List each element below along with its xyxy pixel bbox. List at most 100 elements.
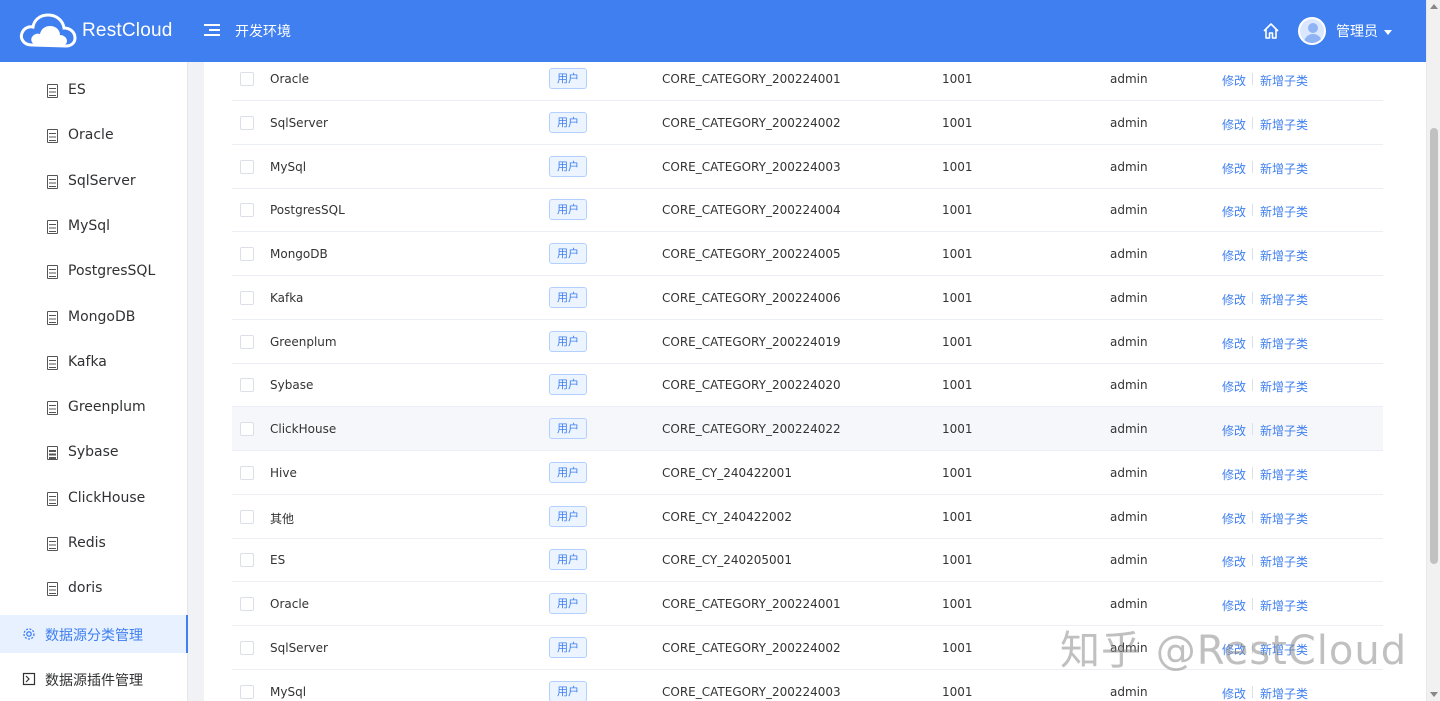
type-tag: 用户 [549,243,587,264]
home-icon[interactable] [1262,22,1280,40]
sidebar-item-sqlserver[interactable]: SqlServer [0,163,188,201]
row-checkbox[interactable] [240,640,254,655]
row-checkbox[interactable] [240,553,254,568]
edit-link[interactable]: 修改 [1222,422,1246,439]
type-tag: 用户 [549,636,587,658]
creator: admin [1110,159,1148,174]
sidebar-group-plugin-management[interactable]: 数据源插件管理 [0,660,188,698]
sidebar-item-clickhouse[interactable]: ClickHouse [0,480,188,518]
scrollbar-thumb[interactable] [1430,128,1438,564]
edit-link[interactable]: 修改 [1222,553,1246,570]
category-code: CORE_CATEGORY_200224020 [662,378,841,393]
add-child-link[interactable]: 新增子类 [1260,72,1308,89]
category-number: 1001 [942,378,973,393]
row-checkbox[interactable] [240,247,254,261]
sidebar-item-sybase[interactable]: Sybase [0,434,188,472]
category-number: 1001 [942,465,973,480]
avatar[interactable] [1298,17,1326,45]
table-row: Hive 用户 CORE_CY_240422001 1001 admin 修改 新增子类 [232,451,1383,495]
row-checkbox[interactable] [240,334,254,349]
row-checkbox[interactable] [240,290,254,305]
edit-link[interactable]: 修改 [1222,72,1246,89]
database-icon [47,537,58,551]
environment-title[interactable]: 开发环境 [235,21,291,41]
sidebar-item-greenplum[interactable]: Greenplum [0,389,188,427]
edit-link[interactable]: 修改 [1222,203,1246,220]
edit-link[interactable]: 修改 [1222,247,1246,264]
category-code: CORE_CATEGORY_200224001 [662,597,841,611]
user-name[interactable]: 管理员 [1336,21,1378,41]
sidebar-item-kafka[interactable]: Kafka [0,344,188,382]
add-child-link[interactable]: 新增子类 [1260,597,1308,614]
row-checkbox[interactable] [240,509,254,524]
scroll-down-arrow-icon[interactable] [1430,692,1438,697]
table-row: SqlServer 用户 CORE_CATEGORY_200224002 1001 ad… [232,101,1383,145]
row-checkbox[interactable] [240,203,254,218]
table-row: Oracle 用户 CORE_CATEGORY_200224001 1001 admin… [232,57,1383,101]
category-name: MySql [270,159,307,174]
sidebar-item-oracle[interactable]: Oracle [0,117,188,155]
database-icon [47,355,58,370]
add-child-link[interactable]: 新增子类 [1260,247,1308,264]
edit-link[interactable]: 修改 [1222,378,1246,395]
add-child-link[interactable]: 新增子类 [1260,160,1308,177]
brand-name: RestCloud [82,20,173,41]
add-child-link[interactable]: 新增子类 [1260,422,1308,439]
creator: admin [1110,115,1148,130]
edit-link[interactable]: 修改 [1222,510,1246,527]
sidebar-item-mongodb[interactable]: MongoDB [0,299,188,337]
sidebar-item-label: Oracle [68,127,114,144]
chevron-down-icon[interactable] [1384,29,1392,35]
row-checkbox[interactable] [240,597,254,611]
edit-link[interactable]: 修改 [1222,466,1246,483]
add-child-link[interactable]: 新增子类 [1260,553,1308,570]
sidebar-item-doris[interactable]: doris [0,570,188,608]
category-number: 1001 [942,72,973,86]
top-header: RestCloud 开发环境 管理员 [0,0,1426,62]
add-child-link[interactable]: 新增子类 [1260,378,1308,395]
sidebar-item-mysql[interactable]: MySql [0,208,188,246]
type-tag: 用户 [549,680,587,701]
edit-link[interactable]: 修改 [1222,160,1246,177]
sidebar-item-redis[interactable]: Redis [0,525,188,563]
database-icon [47,401,58,416]
table-row: 其他 用户 CORE_CY_240422002 1001 admin 修改 新增子类 [232,495,1383,539]
add-child-link[interactable]: 新增子类 [1260,116,1308,133]
edit-link[interactable]: 修改 [1222,291,1246,308]
menu-toggle-icon[interactable] [204,24,220,38]
logo[interactable]: RestCloud [18,11,194,51]
row-checkbox[interactable] [240,115,254,130]
database-icon [47,219,58,234]
row-checkbox[interactable] [240,422,254,436]
action-divider [1252,466,1253,479]
edit-link[interactable]: 修改 [1222,685,1246,701]
category-name: ES [270,553,286,568]
edit-link[interactable]: 修改 [1222,335,1246,352]
table-row: ClickHouse 用户 CORE_CATEGORY_200224022 1001 a… [232,407,1383,451]
cloud-logo-icon [19,13,77,48]
scroll-up-arrow-icon[interactable] [1430,4,1438,9]
sidebar-group-category-management[interactable]: 数据源分类管理 [0,615,188,653]
page-scrollbar[interactable] [1426,0,1440,701]
add-child-link[interactable]: 新增子类 [1260,291,1308,308]
row-checkbox[interactable] [240,72,254,86]
add-child-link[interactable]: 新增子类 [1260,466,1308,483]
add-child-link[interactable]: 新增子类 [1260,335,1308,352]
add-child-link[interactable]: 新增子类 [1260,203,1308,220]
row-checkbox[interactable] [240,465,254,480]
sidebar-item-es[interactable]: ES [0,72,188,110]
database-icon [47,129,58,144]
type-tag: 用户 [549,593,587,614]
category-name: Oracle [270,597,310,611]
row-checkbox[interactable] [240,159,254,174]
database-icon [47,491,58,506]
row-checkbox[interactable] [240,378,254,393]
action-divider [1252,379,1253,392]
edit-link[interactable]: 修改 [1222,597,1246,614]
add-child-link[interactable]: 新增子类 [1260,685,1308,701]
category-name: MongoDB [270,247,328,261]
row-checkbox[interactable] [240,684,254,699]
sidebar-item-postgressql[interactable]: PostgresSQL [0,253,188,291]
edit-link[interactable]: 修改 [1222,116,1246,133]
add-child-link[interactable]: 新增子类 [1260,510,1308,527]
